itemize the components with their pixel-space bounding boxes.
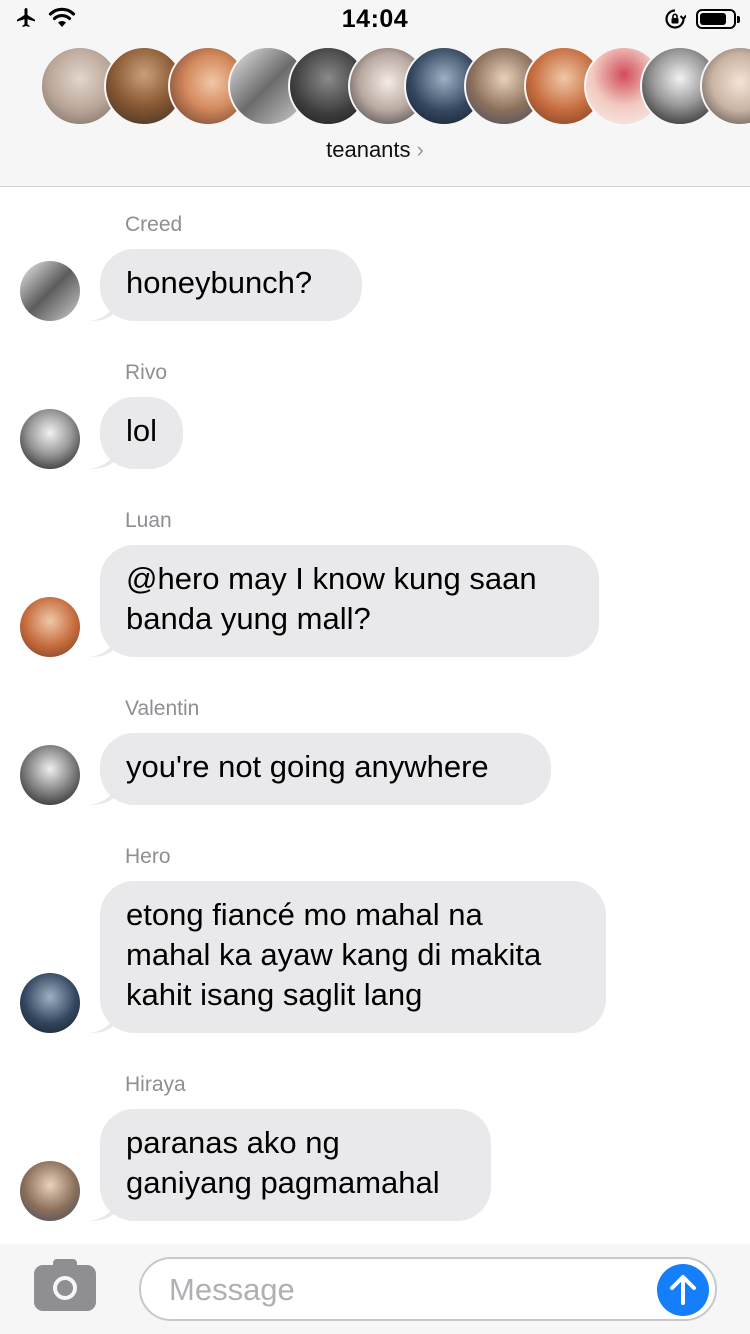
sender-name: Luan — [125, 509, 172, 532]
message-bubble[interactable]: paranas ako ng ganiyang pagmamahal — [100, 1109, 491, 1221]
battery-level — [700, 13, 726, 25]
group-name-button[interactable]: teanants › — [0, 137, 750, 163]
message-bubble[interactable]: @hero may I know kung saan banda yung ma… — [100, 545, 599, 657]
message-bubble[interactable]: you're not going anywhere — [100, 733, 551, 805]
compose-bar — [0, 1244, 750, 1334]
sender-avatar[interactable] — [20, 973, 80, 1033]
sender-name: Hiraya — [125, 1073, 186, 1096]
message-bubble[interactable]: etong fiancé mo mahal na mahal ka ayaw k… — [100, 881, 606, 1033]
group-name: teanants — [326, 137, 411, 162]
message-bubble[interactable]: lol — [100, 397, 183, 469]
camera-icon[interactable] — [34, 1259, 96, 1311]
sender-avatar[interactable] — [20, 1161, 80, 1221]
conversation-header: 14:04 teanants › — [0, 0, 750, 187]
sender-avatar[interactable] — [20, 597, 80, 657]
arrow-up-icon — [670, 1275, 696, 1305]
participant-avatars[interactable] — [0, 46, 750, 130]
sender-name: Hero — [125, 845, 171, 868]
sender-name: Rivo — [125, 361, 168, 384]
message-field[interactable] — [139, 1257, 717, 1321]
sender-name: Creed — [125, 213, 183, 236]
status-time: 14:04 — [341, 5, 409, 33]
camera-lens — [53, 1276, 77, 1300]
sender-avatar[interactable] — [20, 745, 80, 805]
message-input[interactable] — [167, 1265, 641, 1315]
battery-icon — [696, 9, 740, 29]
status-right — [664, 8, 740, 30]
sender-name: Valentin — [125, 697, 200, 720]
message-bubble[interactable]: honeybunch? — [100, 249, 362, 321]
sender-avatar[interactable] — [20, 261, 80, 321]
orientation-lock-icon — [665, 9, 686, 29]
chevron-right-icon: › — [416, 137, 424, 162]
status-bar: 14:04 — [0, 0, 750, 40]
sender-avatar[interactable] — [20, 409, 80, 469]
send-button[interactable] — [657, 1264, 709, 1316]
